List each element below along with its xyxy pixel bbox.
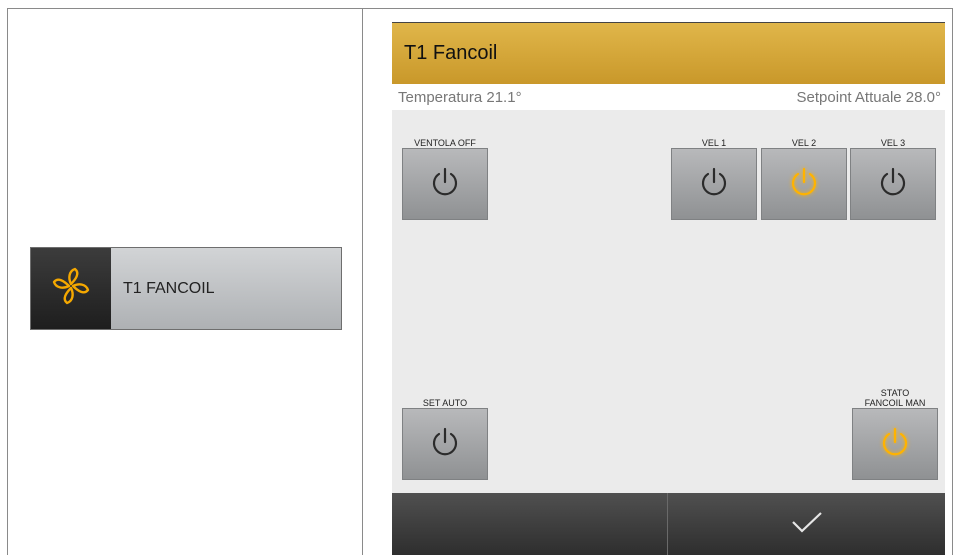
control-vel-3: VEL 3 xyxy=(850,132,936,220)
control-label: STATO FANCOIL MAN xyxy=(864,388,926,408)
control-vel-2: VEL 2 xyxy=(761,132,847,220)
vel-1-button[interactable] xyxy=(671,148,757,220)
checkmark-icon xyxy=(790,510,824,539)
power-icon xyxy=(789,166,819,203)
setpoint-readout: Setpoint Attuale 28.0° xyxy=(796,88,941,106)
power-icon xyxy=(880,426,910,463)
set-auto-button[interactable] xyxy=(402,408,488,480)
power-icon xyxy=(699,166,729,203)
stato-fancoil-man-button[interactable] xyxy=(852,408,938,480)
widget-label: T1 FANCOIL xyxy=(111,248,341,329)
control-label: VEL 3 xyxy=(880,138,906,148)
control-vel-1: VEL 1 xyxy=(671,132,757,220)
info-row: Temperatura 21.1° Setpoint Attuale 28.0° xyxy=(392,84,945,110)
power-icon xyxy=(430,426,460,463)
fancoil-widget[interactable]: T1 FANCOIL xyxy=(30,247,342,330)
control-label: VEL 2 xyxy=(791,138,817,148)
control-label: VENTOLA OFF xyxy=(414,138,476,148)
confirm-button[interactable] xyxy=(668,493,945,555)
fancoil-panel: T1 Fancoil Temperatura 21.1° Setpoint At… xyxy=(392,22,945,555)
widget-icon-container xyxy=(31,248,111,329)
panel-title: T1 Fancoil xyxy=(392,22,945,84)
vel-3-button[interactable] xyxy=(850,148,936,220)
temperature-readout: Temperatura 21.1° xyxy=(398,88,522,106)
power-icon xyxy=(430,166,460,203)
column-divider xyxy=(362,8,363,555)
footer-left-button[interactable] xyxy=(392,493,667,555)
control-label: SET AUTO xyxy=(422,398,468,408)
control-ventola-off: VENTOLA OFF xyxy=(402,132,488,220)
ventola-off-button[interactable] xyxy=(402,148,488,220)
control-label: VEL 1 xyxy=(701,138,727,148)
control-set-auto: SET AUTO xyxy=(402,392,488,480)
fan-icon xyxy=(51,266,91,311)
power-icon xyxy=(878,166,908,203)
vel-2-button[interactable] xyxy=(761,148,847,220)
control-stato-fancoil-man: STATO FANCOIL MAN xyxy=(852,380,938,480)
